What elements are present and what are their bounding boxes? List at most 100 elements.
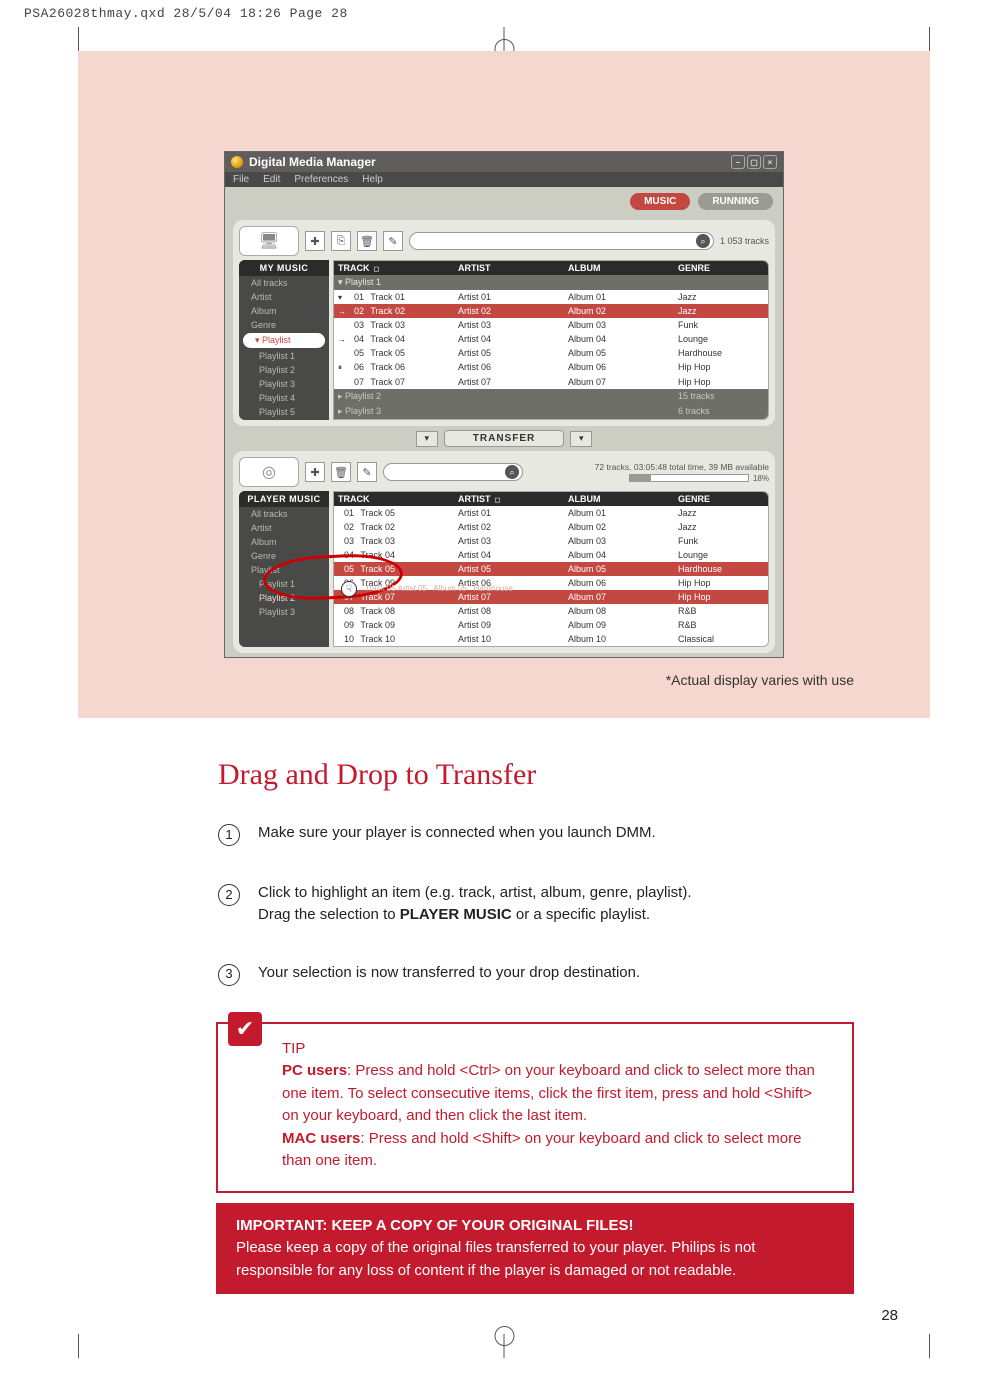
search-input[interactable]: ⌕ [383, 463, 523, 481]
mode-running[interactable]: RUNNING [698, 193, 773, 210]
col-album[interactable]: ALBUM [564, 261, 674, 275]
important-heading: IMPORTANT: KEEP A COPY OF YOUR ORIGINAL … [236, 1217, 634, 1234]
edit-icon[interactable]: ✎ [383, 231, 403, 251]
page-frame: Digital Media Manager – ▢ × File Edit Pr… [78, 51, 930, 1334]
col-album[interactable]: ALBUM [564, 492, 674, 506]
sidebar-playlist-1[interactable]: Playlist 1 [239, 577, 329, 591]
delete-icon[interactable]: 🗑 [357, 231, 377, 251]
table-row[interactable]: →04 Track 04Artist 04Album 04Lounge [334, 332, 768, 346]
sidebar-genre[interactable]: Genre [239, 549, 329, 563]
transfer-down-icon[interactable]: ▾ [570, 431, 592, 447]
col-genre[interactable]: GENRE [674, 492, 768, 506]
search-icon: ⌕ [696, 234, 710, 248]
table-row[interactable]: 07 Track 07Artist 07Album 07Hip Hop [334, 590, 768, 604]
my-music-sidebar: MY MUSIC All tracks Artist Album Genre ▾… [239, 260, 329, 420]
menu-file[interactable]: File [233, 174, 249, 185]
player-music-sidebar: PLAYER MUSIC All tracks Artist Album Gen… [239, 491, 329, 647]
sidebar-playlist-4[interactable]: Playlist 4 [239, 391, 329, 405]
new-playlist-icon[interactable]: ✚ [305, 231, 325, 251]
tip-check-icon: ✔ [228, 1012, 262, 1046]
table-row[interactable]: 03 Track 03Artist 03Album 03Funk [334, 534, 768, 548]
sidebar-artist[interactable]: Artist [239, 521, 329, 535]
sidebar-playlist[interactable]: Playlist [239, 563, 329, 577]
table-row[interactable]: 08 Track 08Artist 08Album 08R&B [334, 604, 768, 618]
table-row[interactable]: 03 Track 03Artist 03Album 03Funk [334, 318, 768, 332]
delete-icon[interactable]: 🗑 [331, 462, 351, 482]
playlist-row[interactable]: ▸ Playlist 3 6 tracks [334, 404, 768, 419]
table-row[interactable]: 09 Track 09Artist 09Album 09R&B [334, 618, 768, 632]
table-row[interactable]: 02 Track 02Artist 02Album 02Jazz [334, 520, 768, 534]
sidebar-all-tracks[interactable]: All tracks [239, 507, 329, 521]
page-number: 28 [881, 1307, 898, 1324]
player-music-grid: TRACK ARTIST◻ ALBUM GENRE 01 Track 05Art… [333, 491, 769, 647]
sidebar-album[interactable]: Album [239, 535, 329, 549]
app-title: Digital Media Manager [249, 155, 376, 169]
edit-icon[interactable]: ✎ [357, 462, 377, 482]
menu-edit[interactable]: Edit [263, 174, 280, 185]
col-track[interactable]: TRACK [334, 492, 454, 506]
table-row[interactable]: 06 Track 09Artist 06Album 06Hip Hop [334, 576, 768, 590]
menubar: File Edit Preferences Help [225, 172, 783, 187]
col-artist[interactable]: ARTIST◻ [454, 492, 564, 506]
mode-music[interactable]: MUSIC [630, 193, 690, 210]
col-artist[interactable]: ARTIST [454, 261, 564, 275]
new-playlist-icon[interactable]: ✚ [305, 462, 325, 482]
crop-marks-top [0, 27, 1008, 51]
player-device-icon: ◎ [239, 457, 299, 487]
step-text: Click to highlight an item (e.g. track, … [258, 882, 692, 926]
sidebar-playlist-2[interactable]: Playlist 2 [239, 363, 329, 377]
step-number: 1 [218, 824, 240, 846]
table-row[interactable]: →02 Track 02Artist 02Album 02Jazz [334, 304, 768, 318]
sidebar-playlist-5[interactable]: Playlist 5 [239, 405, 329, 419]
transfer-button[interactable]: TRANSFER [444, 430, 564, 447]
sidebar-playlist[interactable]: ▾ Playlist [243, 333, 325, 348]
footnote: *Actual display varies with use [116, 672, 854, 688]
sidebar-genre[interactable]: Genre [239, 318, 329, 332]
tip-label: TIP [282, 1040, 305, 1057]
search-input[interactable]: ⌕ [409, 232, 714, 250]
important-body: Please keep a copy of the original files… [236, 1239, 755, 1279]
sidebar-playlist-2[interactable]: Playlist 2 [239, 591, 329, 605]
playlist-row[interactable]: ▾ Playlist 1 [334, 275, 768, 290]
page-heading: Drag and Drop to Transfer [218, 758, 930, 792]
tip-box: ✔ TIP PC users: Press and hold <Ctrl> on… [216, 1022, 854, 1193]
storage-progress [629, 474, 749, 482]
step-text: Your selection is now transferred to you… [258, 962, 640, 986]
transfer-down-icon[interactable]: ▾ [416, 431, 438, 447]
mode-row: MUSIC RUNNING [225, 187, 783, 216]
grid-header: TRACK◻ ARTIST ALBUM GENRE [334, 261, 768, 275]
table-row[interactable]: 05 Track 05Artist 05Album 05Hardhouse [334, 562, 768, 576]
table-row[interactable]: 05 Track 05Artist 05Album 05Hardhouse [334, 346, 768, 360]
table-row[interactable]: 10 Track 10Artist 10Album 10Classical [334, 632, 768, 646]
col-track[interactable]: TRACK◻ [334, 261, 454, 275]
menu-help[interactable]: Help [362, 174, 383, 185]
close-icon[interactable]: × [763, 155, 777, 169]
table-row[interactable]: ▾01 Track 01Artist 01Album 01Jazz [334, 290, 768, 304]
important-box: IMPORTANT: KEEP A COPY OF YOUR ORIGINAL … [216, 1203, 854, 1295]
col-genre[interactable]: GENRE [674, 261, 768, 275]
table-row[interactable]: 07 Track 07Artist 07Album 07Hip Hop [334, 375, 768, 389]
track-count: 1 053 tracks [720, 236, 769, 246]
table-row[interactable]: 01 Track 05Artist 01Album 01Jazz [334, 506, 768, 520]
table-row[interactable]: 04 Track 04Artist 04Album 04Lounge [334, 548, 768, 562]
sidebar-header: PLAYER MUSIC [239, 491, 329, 507]
sidebar-playlist-3[interactable]: Playlist 3 [239, 605, 329, 619]
sidebar-playlist-3[interactable]: Playlist 3 [239, 377, 329, 391]
playlist-row[interactable]: ▸ Playlist 2 15 tracks [334, 389, 768, 404]
app-logo-icon [231, 156, 243, 168]
storage-status: 72 tracks, 03:05:48 total time, 39 MB av… [595, 462, 769, 472]
sidebar-all-tracks[interactable]: All tracks [239, 276, 329, 290]
minimize-icon[interactable]: – [731, 155, 745, 169]
status-line: 72 tracks, 03:05:48 total time, 39 MB av… [595, 462, 769, 483]
my-music-grid: TRACK◻ ARTIST ALBUM GENRE ▾ Playlist 1 ▾… [333, 260, 769, 420]
sidebar-artist[interactable]: Artist [239, 290, 329, 304]
add-track-icon[interactable]: ⎘ [331, 231, 351, 251]
tip-pc-bold: PC users [282, 1062, 347, 1079]
sidebar-playlist-1[interactable]: Playlist 1 [239, 349, 329, 363]
menu-preferences[interactable]: Preferences [294, 174, 348, 185]
storage-percent: 18% [753, 474, 769, 483]
sidebar-album[interactable]: Album [239, 304, 329, 318]
maximize-icon[interactable]: ▢ [747, 155, 761, 169]
my-music-panel: 🖥 ✚ ⎘ 🗑 ✎ ⌕ 1 053 tracks MY MUSIC All tr… [233, 220, 775, 426]
table-row[interactable]: ⏸06 Track 06Artist 06Album 06Hip Hop [334, 360, 768, 375]
